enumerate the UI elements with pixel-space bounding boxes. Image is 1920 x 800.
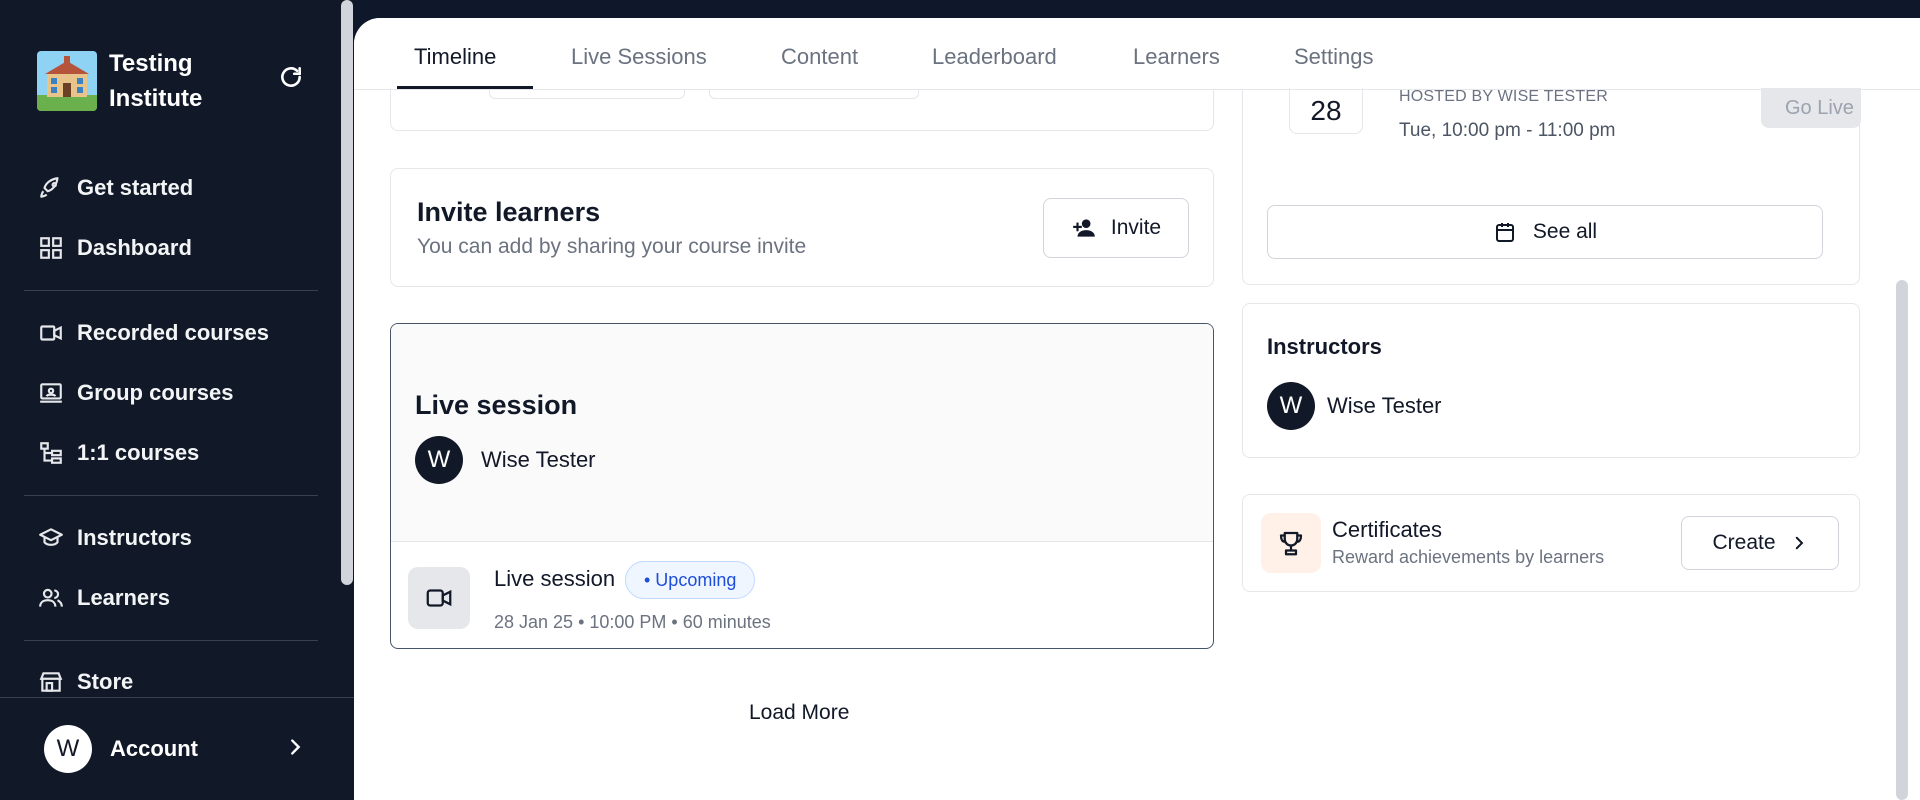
main-panel: Timeline Live Sessions Content Leaderboa… — [354, 18, 1920, 800]
chevron-right-icon — [284, 736, 306, 763]
nav-label: Group courses — [77, 380, 234, 405]
school-building-logo — [37, 51, 97, 111]
calendar-icon — [1493, 220, 1517, 244]
account-label: Account — [110, 736, 198, 761]
create-certificate-button[interactable]: Create — [1681, 516, 1839, 570]
nav-group-courses[interactable]: Group courses — [37, 373, 233, 413]
certificates-subtitle: Reward achievements by learners — [1332, 547, 1605, 567]
session-time: Tue, 10:00 pm - 11:00 pm — [1399, 120, 1616, 141]
tab-live-sessions[interactable]: Live Sessions — [571, 44, 707, 70]
certificates-card: Certificates Reward achievements by lear… — [1242, 494, 1860, 592]
go-live-button[interactable]: Go Live — [1761, 88, 1861, 128]
session-date: 28 — [1289, 88, 1363, 134]
avatar: W — [1267, 382, 1315, 430]
nav-get-started[interactable]: Get started — [37, 168, 193, 208]
live-session-header: Live session W Wise Tester — [391, 324, 1213, 542]
host-name: Wise Tester — [481, 447, 596, 472]
divider — [24, 640, 318, 641]
tab-settings[interactable]: Settings — [1294, 44, 1374, 70]
invite-subtitle: You can add by sharing your course invit… — [417, 235, 807, 258]
live-session-card[interactable]: Live session W Wise Tester Live session … — [390, 323, 1214, 649]
nav-label: Instructors — [77, 525, 192, 550]
avatar: W — [415, 436, 463, 484]
previous-card — [390, 89, 1214, 131]
add-user-icon — [1071, 215, 1097, 241]
instructor-name: Wise Tester — [1327, 393, 1442, 418]
invite-button[interactable]: Invite — [1043, 198, 1189, 258]
brand-name: Testing Institute — [109, 50, 203, 112]
nav-recorded-courses[interactable]: Recorded courses — [37, 313, 269, 353]
tab-timeline[interactable]: Timeline — [414, 44, 496, 70]
nav-label: Store — [77, 669, 134, 694]
previous-card-button[interactable] — [489, 89, 685, 99]
invite-button-label: Invite — [1110, 216, 1162, 239]
divider — [24, 290, 318, 291]
brand[interactable]: Testing Institute — [37, 46, 259, 116]
hierarchy-icon — [37, 439, 65, 467]
session-row-meta: 28 Jan 25 • 10:00 PM • 60 minutes — [494, 612, 771, 632]
video-camera-icon — [408, 567, 470, 629]
avatar: W — [44, 725, 92, 773]
tab-bar: Timeline Live Sessions Content Leaderboa… — [354, 18, 1920, 90]
video-icon — [37, 319, 65, 347]
invite-title: Invite learners — [417, 197, 601, 227]
nav-store[interactable]: Store — [37, 662, 133, 702]
main-scrollbar[interactable] — [1896, 280, 1908, 800]
trophy-icon — [1261, 513, 1321, 573]
upcoming-session-card: 28 HOSTED BY WISE TESTER Tue, 10:00 pm -… — [1242, 88, 1861, 285]
refresh-icon[interactable] — [278, 64, 304, 90]
rocket-icon — [37, 174, 65, 202]
create-label: Create — [1712, 531, 1776, 554]
nav-instructors[interactable]: Instructors — [37, 518, 192, 558]
nav-label: Recorded courses — [77, 320, 269, 345]
grid-icon — [37, 234, 65, 262]
sidebar-scrollbar[interactable] — [341, 0, 353, 585]
load-more-button[interactable]: Load More — [749, 701, 849, 725]
nav-label: Get started — [77, 175, 194, 200]
store-icon — [37, 668, 65, 696]
nav-learners[interactable]: Learners — [37, 578, 170, 618]
graduation-cap-icon — [37, 524, 65, 552]
nav-label: Dashboard — [77, 235, 192, 260]
certificates-title: Certificates — [1332, 517, 1443, 542]
session-row-title: Live session — [494, 566, 616, 591]
nav-label: Learners — [77, 585, 170, 610]
status-badge: • Upcoming — [625, 561, 756, 599]
see-all-label: See all — [1532, 220, 1598, 243]
instructors-card: Instructors W Wise Tester — [1242, 303, 1860, 458]
tab-content[interactable]: Content — [781, 44, 858, 70]
tab-leaderboard[interactable]: Leaderboard — [932, 44, 1057, 70]
tab-learners[interactable]: Learners — [1133, 44, 1220, 70]
instructors-title: Instructors — [1267, 334, 1382, 359]
sidebar: Testing Institute Get started Dashboard … — [0, 0, 354, 800]
divider — [24, 495, 318, 496]
live-session-title: Live session — [415, 390, 578, 420]
previous-card-button[interactable] — [709, 89, 919, 99]
presentation-icon — [37, 379, 65, 407]
account-menu[interactable]: W Account — [0, 697, 354, 800]
nav-label: 1:1 courses — [77, 440, 200, 465]
nav-dashboard[interactable]: Dashboard — [37, 228, 192, 268]
invite-learners-card: Invite learners You can add by sharing y… — [390, 168, 1214, 287]
see-all-button[interactable]: See all — [1267, 205, 1823, 259]
nav-one-one-courses[interactable]: 1:1 courses — [37, 433, 199, 473]
hosted-by: HOSTED BY WISE TESTER — [1399, 88, 1608, 105]
live-session-host: W Wise Tester — [415, 436, 596, 484]
chevron-right-icon — [1790, 534, 1808, 552]
users-icon — [37, 584, 65, 612]
instructor-item[interactable]: W Wise Tester — [1267, 382, 1442, 430]
